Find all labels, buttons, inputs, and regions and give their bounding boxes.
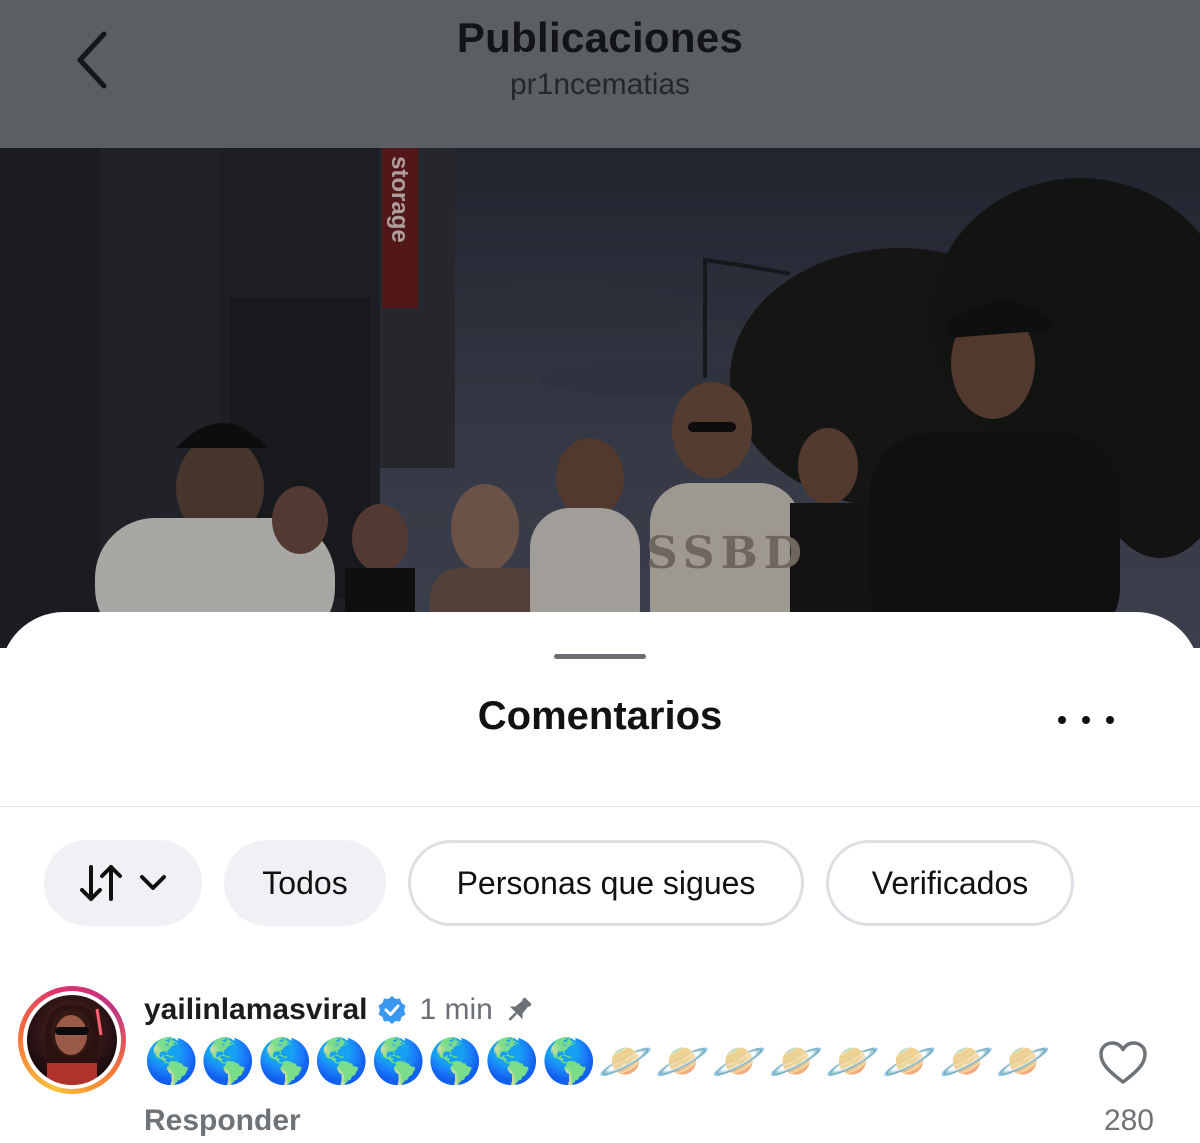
reply-button[interactable]: Responder: [144, 1104, 301, 1138]
page-title: Publicaciones: [456, 14, 744, 61]
street-scene-image: storage SSBD: [0, 148, 1200, 648]
avatar: [27, 995, 117, 1085]
more-icon: [1058, 716, 1066, 724]
comment-header: yailinlamasviral 1 min: [144, 990, 535, 1030]
avatar-image: [45, 1004, 103, 1085]
account-username[interactable]: pr1ncematias: [0, 68, 1200, 102]
filter-chip-verified[interactable]: Verificados: [826, 840, 1074, 926]
comments-sheet: Comentarios Todos Personas que sigues Ve…: [0, 612, 1200, 1143]
comment-text: 🌎🌎🌎🌎🌎🌎🌎🌎🪐🪐🪐🪐🪐🪐🪐🪐: [144, 1037, 1053, 1086]
comment-username[interactable]: yailinlamasviral: [144, 993, 367, 1027]
more-icon-dot: [1106, 716, 1114, 724]
top-bar: Publicaciones pr1ncematias: [0, 0, 1200, 148]
filter-chip-following[interactable]: Personas que sigues: [408, 840, 804, 926]
avatar-story-ring[interactable]: [18, 986, 126, 1094]
filter-chip-todos[interactable]: Todos: [224, 840, 386, 926]
post-photo[interactable]: storage SSBD: [0, 148, 1200, 648]
comment-timestamp: 1 min: [419, 993, 493, 1026]
verified-badge-icon: [378, 996, 406, 1024]
sheet-divider: [0, 806, 1200, 807]
sort-button[interactable]: [44, 840, 202, 926]
more-icon-dot: [1082, 716, 1090, 724]
heart-icon[interactable]: [1098, 1040, 1148, 1086]
more-options-button[interactable]: [1058, 704, 1114, 736]
sheet-drag-handle[interactable]: [554, 654, 646, 659]
sort-arrows-icon: [80, 865, 122, 901]
chevron-down-icon: [140, 875, 166, 890]
comments-title: Comentarios: [477, 694, 723, 738]
like-count: 280: [1103, 1104, 1154, 1137]
pin-icon: [508, 997, 532, 1021]
